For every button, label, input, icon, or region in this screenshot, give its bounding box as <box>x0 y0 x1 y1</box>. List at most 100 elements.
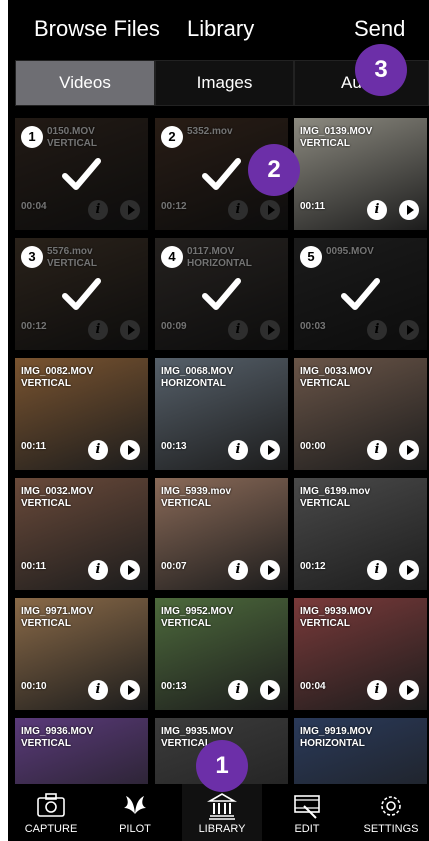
clip-duration: 00:11 <box>21 561 47 572</box>
tab-settings-label: SETTINGS <box>363 823 419 835</box>
clip-duration: 00:13 <box>161 681 187 692</box>
play-icon[interactable] <box>120 200 140 220</box>
info-icon[interactable]: i <box>88 200 108 220</box>
checkmark-icon <box>202 158 241 190</box>
clip-duration: 00:00 <box>300 441 326 452</box>
clip-name-label: IMG_0139.MOV VERTICAL <box>300 126 373 149</box>
clip-duration: 00:11 <box>21 441 47 452</box>
clip-duration: 00:13 <box>161 441 187 452</box>
browse-files-button[interactable]: Browse Files <box>34 16 160 42</box>
clip-thumbnail[interactable]: IMG_9971.MOV VERTICAL 00:10 i <box>15 598 148 710</box>
annotation-badge-3: 3 <box>355 44 407 96</box>
clip-name-label: IMG_9939.MOV VERTICAL <box>300 606 373 629</box>
clip-name-label: IMG_0068.MOV HORIZONTAL <box>161 366 234 389</box>
annotation-badge-1: 1 <box>196 740 248 792</box>
info-icon[interactable]: i <box>367 560 387 580</box>
info-icon[interactable]: i <box>228 200 248 220</box>
selection-order-badge: 5 <box>300 246 322 268</box>
gear-icon <box>381 796 401 816</box>
segment-videos[interactable]: Videos <box>15 60 155 106</box>
play-icon[interactable] <box>260 560 280 580</box>
tab-library-label: LIBRARY <box>198 823 246 835</box>
clip-name-label: IMG_9971.MOV VERTICAL <box>21 606 94 629</box>
play-icon[interactable] <box>260 200 280 220</box>
clip-thumbnail[interactable]: 0150.MOV VERTICAL 00:04 i 1 <box>15 118 148 230</box>
checkmark-icon <box>202 278 241 310</box>
play-icon[interactable] <box>260 680 280 700</box>
clip-thumbnail[interactable]: IMG_0033.MOV VERTICAL 00:00 i <box>294 358 427 470</box>
tab-library[interactable]: LIBRARY <box>182 784 262 841</box>
tab-capture-label: CAPTURE <box>24 823 78 835</box>
clip-thumbnail[interactable]: IMG_5939.mov VERTICAL 00:07 i <box>155 478 288 590</box>
info-icon[interactable]: i <box>228 320 248 340</box>
clip-name-label: IMG_9952.MOV VERTICAL <box>161 606 234 629</box>
info-icon[interactable]: i <box>228 680 248 700</box>
clip-name-label: IMG_0082.MOV VERTICAL <box>21 366 94 389</box>
play-icon[interactable] <box>120 320 140 340</box>
info-icon[interactable]: i <box>88 440 108 460</box>
clip-duration: 00:12 <box>21 321 47 332</box>
checkmark-icon <box>341 278 380 310</box>
checkmark-icon <box>62 278 101 310</box>
info-icon[interactable]: i <box>228 560 248 580</box>
info-icon[interactable]: i <box>88 680 108 700</box>
checkmark-icon <box>62 158 101 190</box>
pilot-logo-icon <box>124 796 146 814</box>
clip-duration: 00:04 <box>300 681 326 692</box>
play-icon[interactable] <box>120 680 140 700</box>
clip-name-label: IMG_5939.mov VERTICAL <box>161 486 232 509</box>
info-icon[interactable]: i <box>367 200 387 220</box>
clip-name-label: IMG_9919.MOV HORIZONTAL <box>300 726 373 749</box>
camera-icon <box>37 793 65 817</box>
selection-order-badge: 4 <box>161 246 183 268</box>
clip-thumbnail[interactable]: IMG_9939.MOV VERTICAL 00:04 i <box>294 598 427 710</box>
clip-thumbnail[interactable]: IMG_0032.MOV VERTICAL 00:11 i <box>15 478 148 590</box>
library-building-icon <box>207 793 237 820</box>
tab-edit-label: EDIT <box>294 823 320 835</box>
annotation-badge-2: 2 <box>248 144 300 196</box>
tab-edit[interactable]: EDIT <box>267 784 347 841</box>
clip-name-label: IMG_0032.MOV VERTICAL <box>21 486 94 509</box>
play-icon[interactable] <box>399 200 419 220</box>
play-icon[interactable] <box>120 440 140 460</box>
play-icon[interactable] <box>260 440 280 460</box>
clip-thumbnail[interactable]: 5576.mov VERTICAL 00:12 i 3 <box>15 238 148 350</box>
clip-thumbnail[interactable]: 0117.MOV HORIZONTAL 00:09 i 4 <box>155 238 288 350</box>
clip-duration: 00:07 <box>161 561 187 572</box>
info-icon[interactable]: i <box>88 320 108 340</box>
play-icon[interactable] <box>260 320 280 340</box>
tab-settings[interactable]: SETTINGS <box>351 784 429 841</box>
info-icon[interactable]: i <box>367 680 387 700</box>
info-icon[interactable]: i <box>228 440 248 460</box>
info-icon[interactable]: i <box>88 560 108 580</box>
play-icon[interactable] <box>399 320 419 340</box>
phone-screen: Browse Files Library Send Videos Images … <box>8 0 429 841</box>
segment-images[interactable]: Images <box>155 60 294 106</box>
tab-capture[interactable]: CAPTURE <box>11 784 91 841</box>
play-icon[interactable] <box>399 680 419 700</box>
tab-pilot-label: PILOT <box>119 823 151 835</box>
play-icon[interactable] <box>120 560 140 580</box>
clip-thumbnail[interactable]: 0095.MOV 00:03 i 5 <box>294 238 427 350</box>
clip-duration: 00:12 <box>161 201 187 212</box>
clip-name-label: IMG_6199.mov VERTICAL <box>300 486 371 509</box>
play-icon[interactable] <box>399 560 419 580</box>
tab-pilot[interactable]: PILOT <box>95 784 175 841</box>
clip-duration: 00:03 <box>300 321 326 332</box>
film-edit-icon <box>294 795 320 819</box>
bottom-tab-bar: CAPTURE PILOT LIBRARY EDIT SETTINGS <box>8 784 429 841</box>
send-button[interactable]: Send <box>354 16 405 42</box>
selection-order-badge: 1 <box>21 126 43 148</box>
clip-thumbnail[interactable]: IMG_0068.MOV HORIZONTAL 00:13 i <box>155 358 288 470</box>
info-icon[interactable]: i <box>367 320 387 340</box>
clip-thumbnail[interactable]: IMG_0139.MOV VERTICAL 00:11 i <box>294 118 427 230</box>
selection-order-badge: 3 <box>21 246 43 268</box>
clip-duration: 00:11 <box>300 201 326 212</box>
clip-duration: 00:12 <box>300 561 326 572</box>
clip-duration: 00:04 <box>21 201 47 212</box>
play-icon[interactable] <box>399 440 419 460</box>
info-icon[interactable]: i <box>367 440 387 460</box>
clip-thumbnail[interactable]: IMG_0082.MOV VERTICAL 00:11 i <box>15 358 148 470</box>
clip-thumbnail[interactable]: IMG_9952.MOV VERTICAL 00:13 i <box>155 598 288 710</box>
clip-thumbnail[interactable]: IMG_6199.mov VERTICAL 00:12 i <box>294 478 427 590</box>
